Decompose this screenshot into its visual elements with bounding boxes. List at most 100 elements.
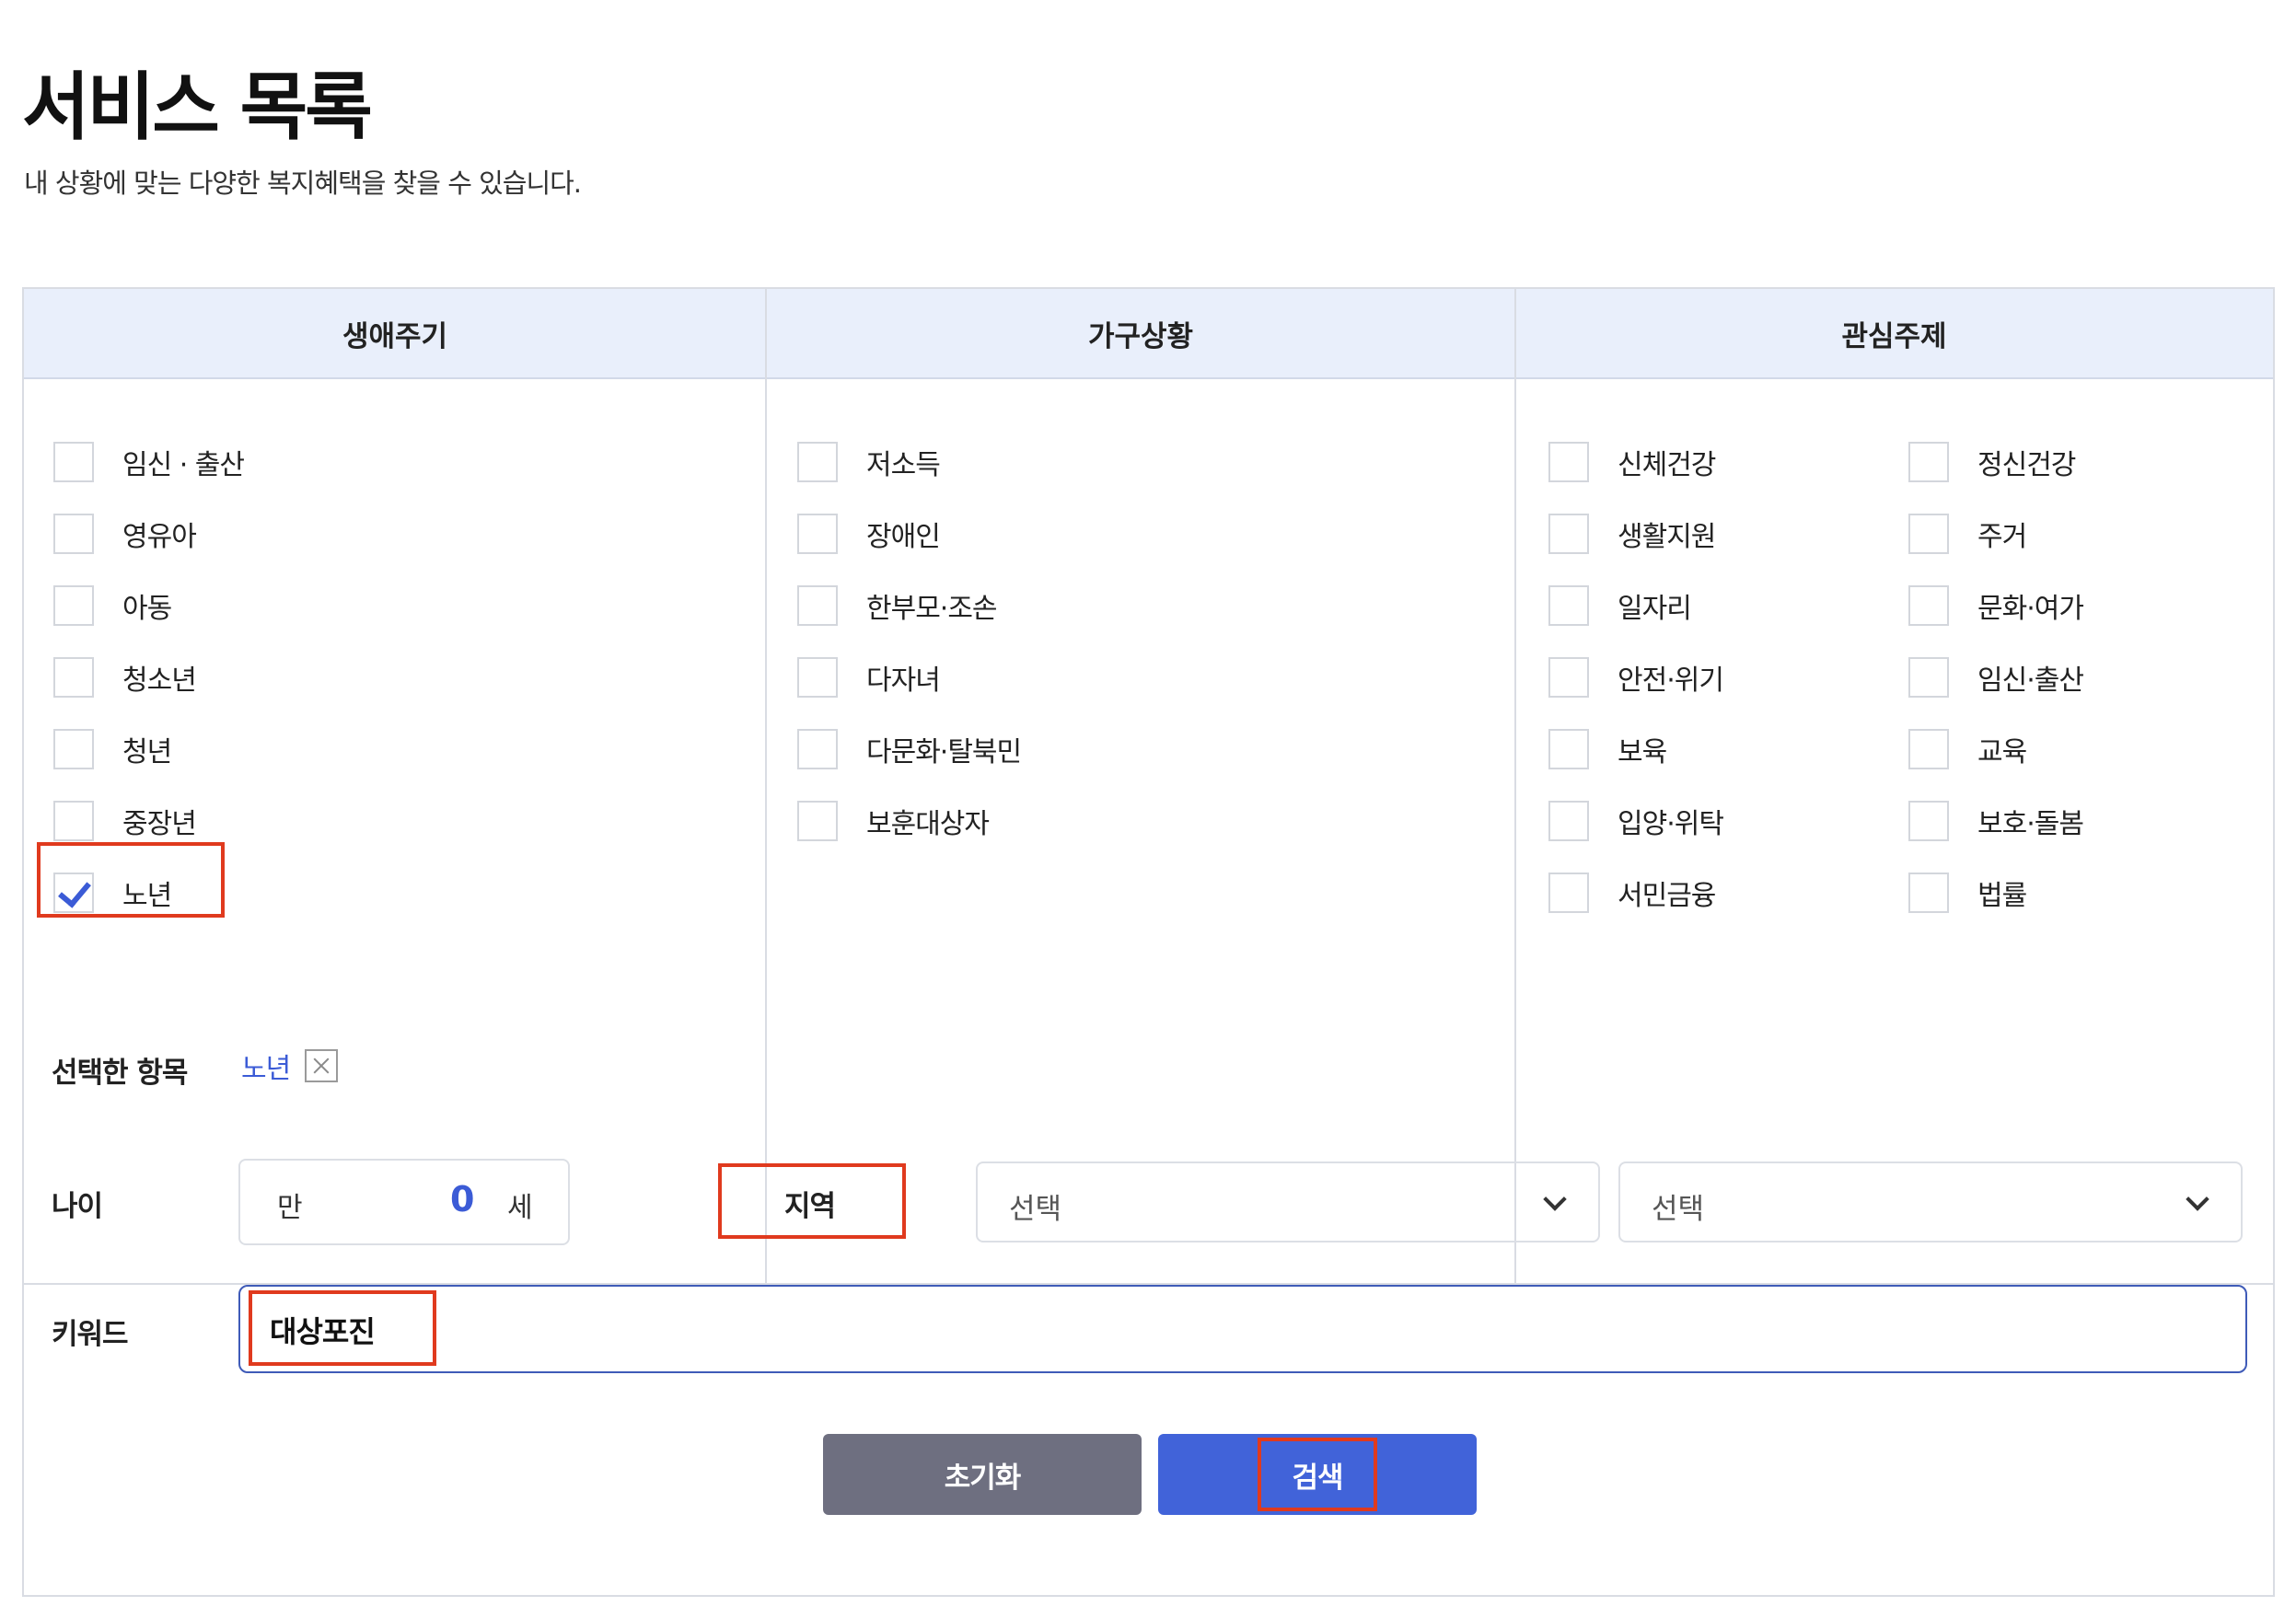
checkbox[interactable] (1548, 442, 1589, 482)
checkbox-label: 법률 (1977, 880, 2027, 912)
checkbox[interactable] (53, 585, 94, 626)
page-description: 내 상황에 맞는 다양한 복지혜택을 찾을 수 있습니다. (24, 168, 582, 199)
checkbox-item-child[interactable]: 아동 (53, 584, 172, 628)
checkbox-label: 신체건강 (1618, 449, 1716, 481)
checkbox-item-multicultural[interactable]: 다문화·탈북민 (797, 727, 1022, 771)
checkbox[interactable] (1908, 514, 1949, 554)
age-input[interactable]: 만 0 세 (238, 1159, 570, 1245)
region-select-secondary[interactable]: 선택 (1618, 1161, 2243, 1242)
checkbox[interactable] (53, 514, 94, 554)
checkbox-item-culture[interactable]: 문화·여가 (1908, 584, 2084, 628)
checkbox-label: 청년 (122, 736, 172, 769)
keyword-input[interactable] (238, 1285, 2247, 1373)
filter-panel: 생애주기 가구상황 관심주제 임신 · 출산 영유아 아동 청소년 청년 중장년 (22, 287, 2275, 1597)
checkbox[interactable] (53, 729, 94, 769)
reset-button[interactable]: 초기화 (823, 1434, 1142, 1515)
checkbox[interactable] (797, 442, 838, 482)
checkbox[interactable] (1548, 514, 1589, 554)
checkbox-label: 안전·위기 (1618, 665, 1724, 697)
checkbox[interactable] (797, 514, 838, 554)
checkbox-label: 저소득 (866, 449, 941, 481)
checkbox-item-education[interactable]: 교육 (1908, 727, 2027, 771)
checkbox-item-single-parent[interactable]: 한부모·조손 (797, 584, 998, 628)
checkbox[interactable] (797, 657, 838, 698)
checkbox[interactable] (1908, 657, 1949, 698)
highlight-box (249, 1290, 436, 1366)
checkbox[interactable] (1548, 585, 1589, 626)
lifecycle-header: 생애주기 (24, 289, 766, 379)
highlight-box (718, 1163, 906, 1239)
checkbox-label: 보육 (1618, 736, 1667, 769)
checkbox-label: 일자리 (1618, 593, 1692, 625)
checkbox[interactable] (1548, 801, 1589, 841)
lifecycle-list: 임신 · 출산 영유아 아동 청소년 청년 중장년 노년 (24, 379, 766, 1283)
checkbox[interactable] (1908, 729, 1949, 769)
checkbox[interactable] (797, 729, 838, 769)
selected-chip-label: 노년 (241, 1053, 291, 1085)
checkbox-item-middle-age[interactable]: 중장년 (53, 799, 197, 843)
checkbox-label: 아동 (122, 593, 172, 625)
checkbox-label: 정신건강 (1977, 449, 2076, 481)
checkbox-item-pregnancy-topic[interactable]: 임신·출산 (1908, 655, 2084, 699)
checkbox-item-housing[interactable]: 주거 (1908, 512, 2027, 556)
checkbox-item-veteran[interactable]: 보훈대상자 (797, 799, 990, 843)
checkbox-label: 한부모·조손 (866, 593, 998, 625)
checkbox-item-legal[interactable]: 법률 (1908, 871, 2027, 915)
checkbox[interactable] (53, 801, 94, 841)
checkbox-item-jobs[interactable]: 일자리 (1548, 584, 1692, 628)
checkbox-item-low-income[interactable]: 저소득 (797, 440, 941, 484)
chevron-down-icon (1543, 1187, 1567, 1211)
age-suffix: 세 (507, 1192, 533, 1224)
checkbox-item-disabled[interactable]: 장애인 (797, 512, 941, 556)
checkbox-label: 중장년 (122, 808, 197, 840)
chevron-down-icon (2186, 1187, 2209, 1211)
selected-chip: 노년 (241, 1046, 339, 1086)
checkbox-item-care[interactable]: 보호·돌봄 (1908, 799, 2084, 843)
checkbox-label: 청소년 (122, 665, 197, 697)
checkbox-item-finance[interactable]: 서민금융 (1548, 871, 1716, 915)
select-value: 선택 (1009, 1193, 1062, 1226)
age-label: 나이 (52, 1190, 103, 1223)
checkbox-item-childcare[interactable]: 보육 (1548, 727, 1667, 771)
checkbox-label: 영유아 (122, 521, 197, 553)
checkbox-item-physical-health[interactable]: 신체건강 (1548, 440, 1716, 484)
household-list: 저소득 장애인 한부모·조손 다자녀 다문화·탈북민 보훈대상자 (766, 379, 1515, 1283)
checkbox-label: 임신 · 출산 (122, 449, 245, 481)
checkbox[interactable] (797, 585, 838, 626)
age-value[interactable]: 0 (450, 1179, 474, 1219)
checkbox-item-infant[interactable]: 영유아 (53, 512, 197, 556)
region-select-primary[interactable]: 선택 (976, 1161, 1600, 1242)
checkbox-item-pregnancy[interactable]: 임신 · 출산 (53, 440, 245, 484)
checkbox-label: 장애인 (866, 521, 941, 553)
keyword-label: 키워드 (52, 1318, 129, 1351)
checkbox[interactable] (1548, 657, 1589, 698)
checkbox[interactable] (53, 442, 94, 482)
checkbox-label: 보훈대상자 (866, 808, 990, 840)
checkbox-item-multi-child[interactable]: 다자녀 (797, 655, 941, 699)
checkbox-item-safety[interactable]: 안전·위기 (1548, 655, 1724, 699)
checkbox-label: 보호·돌봄 (1977, 808, 2084, 840)
checkbox-label: 임신·출산 (1977, 665, 2084, 697)
checkbox-item-adoption[interactable]: 입양·위탁 (1548, 799, 1724, 843)
checkbox[interactable] (53, 657, 94, 698)
checkbox-item-living-support[interactable]: 생활지원 (1548, 512, 1716, 556)
checkbox-item-youth[interactable]: 청년 (53, 727, 172, 771)
checkbox[interactable] (1908, 873, 1949, 913)
checkbox-label: 다문화·탈북민 (866, 736, 1022, 769)
select-value: 선택 (1652, 1193, 1705, 1226)
checkbox[interactable] (1908, 442, 1949, 482)
chip-remove-icon[interactable] (305, 1049, 339, 1082)
checkbox[interactable] (1548, 873, 1589, 913)
checkbox[interactable] (1548, 729, 1589, 769)
checkbox-label: 생활지원 (1618, 521, 1716, 553)
selected-items-label: 선택한 항목 (52, 1057, 188, 1090)
checkbox-label: 입양·위탁 (1618, 808, 1724, 840)
checkbox[interactable] (1908, 801, 1949, 841)
interest-header: 관심주제 (1515, 289, 2273, 379)
interest-list: 신체건강 정신건강 생활지원 주거 일자리 문화·여가 안전·위기 임신·출산 (1515, 379, 2273, 1283)
household-header: 가구상황 (766, 289, 1515, 379)
checkbox[interactable] (797, 801, 838, 841)
checkbox[interactable] (1908, 585, 1949, 626)
checkbox-item-mental-health[interactable]: 정신건강 (1908, 440, 2076, 484)
checkbox-item-teen[interactable]: 청소년 (53, 655, 197, 699)
